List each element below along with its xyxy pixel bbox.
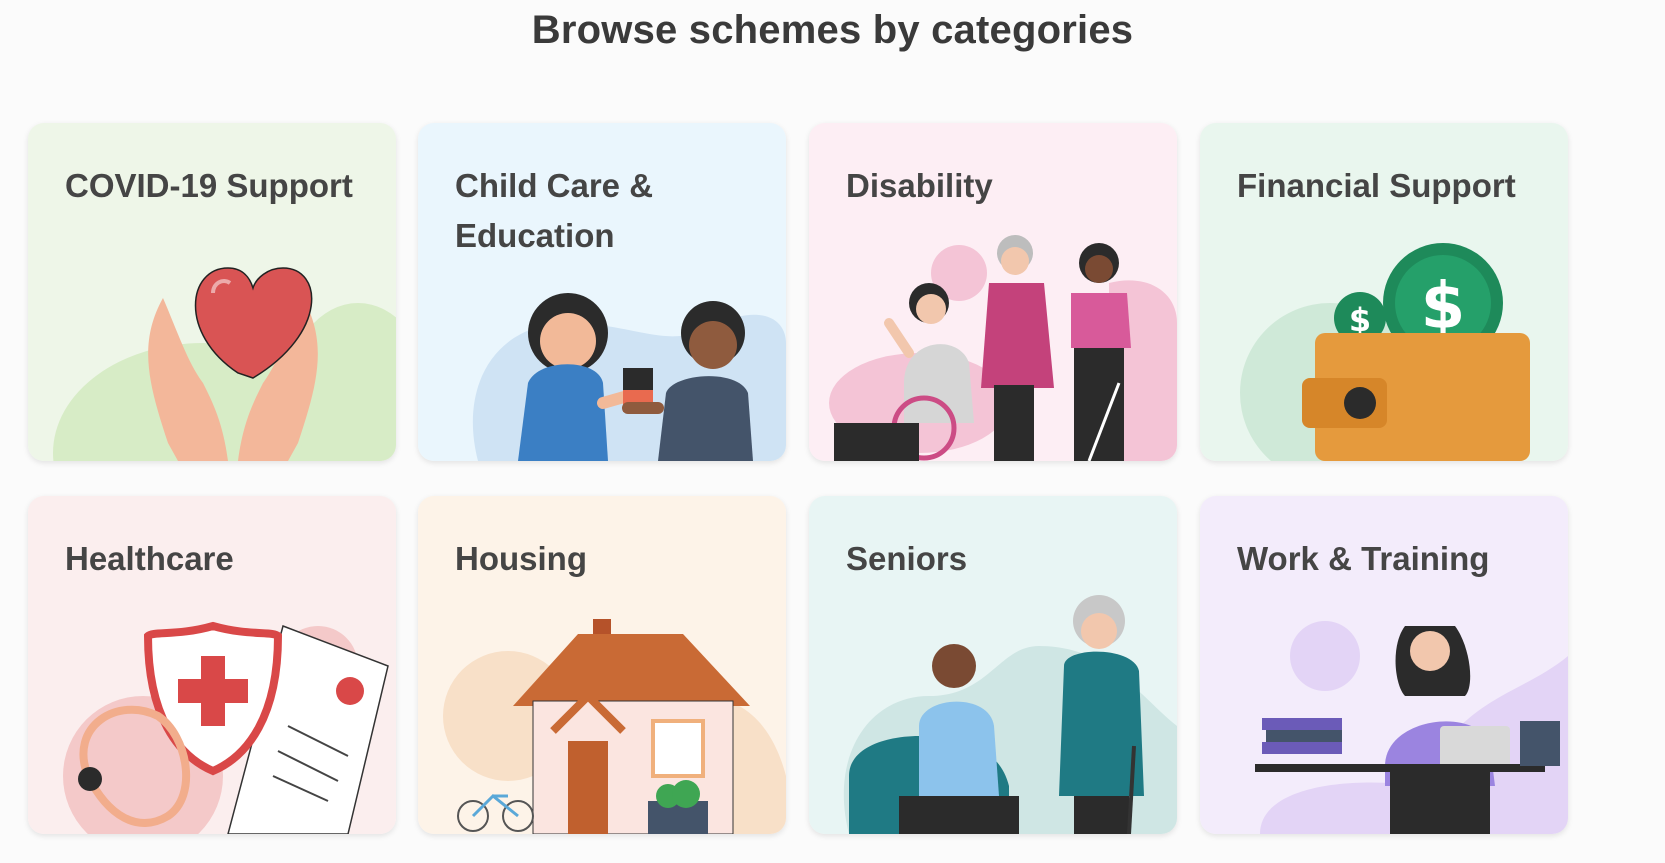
category-card-seniors[interactable]: Seniors bbox=[809, 496, 1177, 834]
category-label: Disability bbox=[846, 167, 993, 204]
category-label: Work & Training bbox=[1237, 540, 1490, 577]
category-label: COVID-19 Support bbox=[65, 167, 353, 204]
category-card-work-training[interactable]: Work & Training bbox=[1200, 496, 1568, 834]
category-label: Financial Support bbox=[1237, 167, 1516, 204]
svg-text:$: $ bbox=[1421, 270, 1466, 344]
category-card-disability[interactable]: Disability bbox=[809, 123, 1177, 461]
category-card-covid-19-support[interactable]: COVID-19 Support bbox=[28, 123, 396, 461]
category-label: Seniors bbox=[846, 540, 968, 577]
category-label: Healthcare bbox=[65, 540, 234, 577]
page-title: Browse schemes by categories bbox=[531, 8, 1134, 52]
category-label: Housing bbox=[455, 540, 587, 577]
category-label: Child Care & Education bbox=[455, 167, 654, 254]
category-card-healthcare[interactable]: Healthcare bbox=[28, 496, 396, 834]
category-card-housing[interactable]: Housing bbox=[418, 496, 786, 834]
category-card-financial-support[interactable]: $ $ Financial Support bbox=[1200, 123, 1568, 461]
category-card-child-care-education[interactable]: Child Care & Education bbox=[418, 123, 786, 461]
category-grid: COVID-19 Support Child Care & Education bbox=[28, 123, 1665, 863]
